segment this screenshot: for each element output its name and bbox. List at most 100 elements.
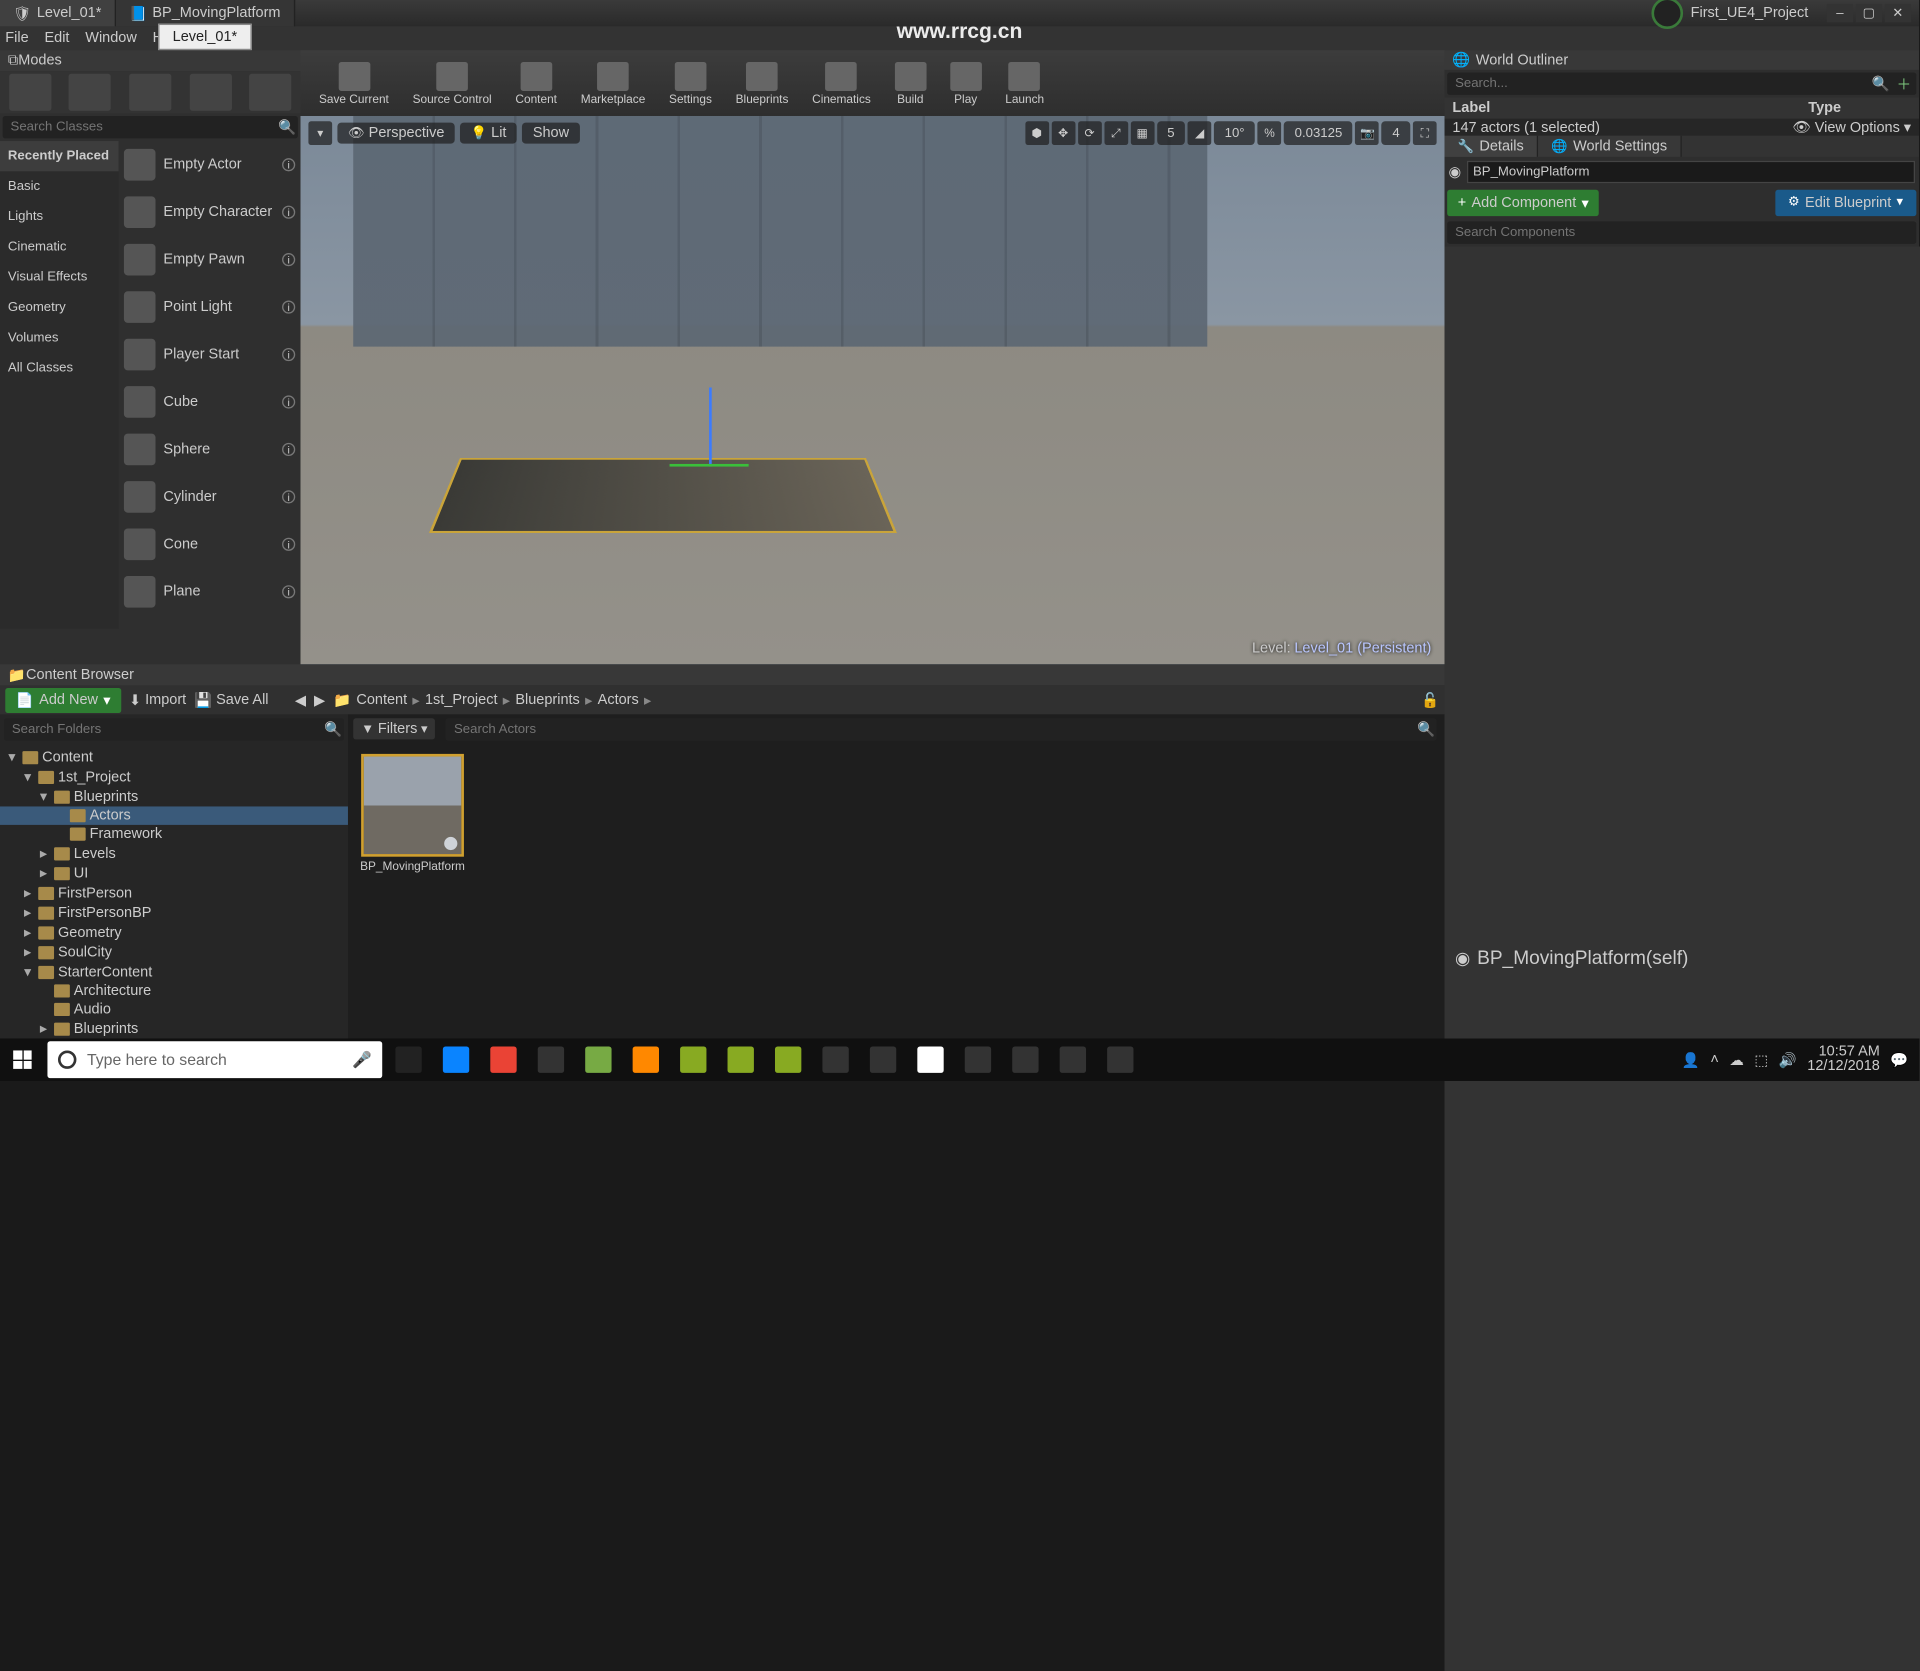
search-folders-input[interactable] (4, 718, 323, 740)
info-icon[interactable]: i (282, 395, 295, 408)
taskbar-app[interactable] (907, 1039, 954, 1081)
add-new-button[interactable]: 📄 Add New ▾ (5, 687, 121, 712)
grid-snap-value[interactable]: 5 (1157, 121, 1185, 145)
geometry-mode-icon[interactable] (249, 74, 291, 111)
minimize-button[interactable]: – (1827, 4, 1853, 22)
maximize-viewport-icon[interactable]: ⛶ (1413, 121, 1437, 145)
actor-name-input[interactable] (1466, 161, 1915, 183)
angle-snap-value[interactable]: 10° (1214, 121, 1255, 145)
toolbar-settings[interactable]: Settings (659, 53, 723, 114)
filters-button[interactable]: ▼ Filters ▾ (353, 718, 435, 739)
tree-item[interactable]: ▾Blueprints (0, 787, 348, 807)
landscape-mode-icon[interactable] (129, 74, 171, 111)
place-mode-icon[interactable] (9, 74, 51, 111)
toolbar-marketplace[interactable]: Marketplace (570, 53, 656, 114)
import-button[interactable]: ⬇ Import (129, 691, 186, 708)
breadcrumb-item[interactable]: 1st_Project (425, 692, 498, 708)
category-item[interactable]: Recently Placed (0, 141, 119, 171)
toolbar-build[interactable]: Build (884, 53, 937, 114)
rotate-icon[interactable]: ⟳ (1078, 121, 1102, 145)
surface-snap-icon[interactable]: ⬢ (1025, 121, 1049, 145)
actor-item[interactable]: Planei (119, 568, 301, 615)
expand-icon[interactable]: ▸ (37, 1020, 50, 1037)
tray-chevron-icon[interactable]: ˄ (1710, 1052, 1718, 1068)
camera-speed-value[interactable]: 4 (1382, 121, 1410, 145)
search-components-input[interactable] (1447, 221, 1916, 243)
tab-blueprint[interactable]: 📘BP_MovingPlatform (116, 0, 295, 26)
category-item[interactable]: Volumes (0, 323, 119, 353)
search-assets-input[interactable] (446, 718, 1415, 740)
taskbar-app[interactable] (622, 1039, 669, 1081)
info-icon[interactable]: i (282, 443, 295, 456)
actor-item[interactable]: Point Lighti (119, 283, 301, 330)
component-self[interactable]: ◉ BP_MovingPlatform(self) (1445, 246, 1920, 1670)
maximize-button[interactable]: ▢ (1856, 4, 1882, 22)
expand-icon[interactable]: ▸ (21, 884, 34, 901)
breadcrumb-item[interactable]: Actors (598, 692, 639, 708)
system-tray[interactable]: 👤 ˄ ☁ ⬚ 🔊 10:57 AM 12/12/2018 💬 (1671, 1045, 1919, 1074)
category-item[interactable]: Visual Effects (0, 262, 119, 292)
info-icon[interactable]: i (282, 253, 295, 266)
scale-snap-value[interactable]: 0.03125 (1284, 121, 1353, 145)
tree-item[interactable]: Audio (0, 1000, 348, 1018)
camera-speed-icon[interactable]: 📷 (1355, 121, 1379, 145)
toolbar-blueprints[interactable]: Blueprints (725, 53, 799, 114)
taskbar-app[interactable] (1097, 1039, 1144, 1081)
translate-icon[interactable]: ✥ (1051, 121, 1075, 145)
taskbar-app[interactable] (954, 1039, 1001, 1081)
tree-item[interactable]: ▸FirstPerson (0, 883, 348, 903)
start-button[interactable] (0, 1039, 45, 1081)
outliner-search-input[interactable] (1447, 72, 1870, 94)
expand-icon[interactable]: ▸ (21, 944, 34, 961)
tab-level[interactable]: 🛡Level_01* (0, 0, 116, 26)
save-all-button[interactable]: 💾 Save All (194, 691, 268, 708)
tab-details[interactable]: 🔧 Details (1445, 136, 1539, 157)
nav-back-icon[interactable]: ◀ (295, 691, 306, 708)
tree-item[interactable]: ▾1st_Project (0, 767, 348, 787)
taskbar-clock[interactable]: 10:57 AM 12/12/2018 (1807, 1045, 1880, 1074)
taskbar-app[interactable] (575, 1039, 622, 1081)
tab-world-settings[interactable]: 🌐 World Settings (1538, 136, 1681, 157)
actor-item[interactable]: Cylinderi (119, 473, 301, 520)
info-icon[interactable]: i (282, 301, 295, 314)
expand-icon[interactable]: ▸ (37, 845, 50, 862)
taskbar-app[interactable] (670, 1039, 717, 1081)
tree-item[interactable]: ▾StarterContent (0, 962, 348, 982)
tree-item[interactable]: ▸SoulCity (0, 942, 348, 962)
category-item[interactable]: All Classes (0, 353, 119, 383)
scale-icon[interactable]: ⤢ (1104, 121, 1128, 145)
network-icon[interactable]: ⬚ (1754, 1051, 1768, 1068)
view-options-button[interactable]: 👁 View Options ▾ (1792, 119, 1911, 136)
asset-item[interactable]: BP_MovingPlatform (358, 754, 466, 873)
actor-item[interactable]: Empty Actori (119, 141, 301, 188)
toolbar-cinematics[interactable]: Cinematics (802, 53, 882, 114)
onedrive-icon[interactable]: ☁ (1729, 1051, 1743, 1068)
transform-gizmo[interactable] (709, 387, 712, 466)
nav-fwd-icon[interactable]: ▶ (314, 691, 325, 708)
actor-item[interactable]: Cubei (119, 378, 301, 425)
taskbar-app[interactable] (717, 1039, 764, 1081)
taskbar-app[interactable] (1002, 1039, 1049, 1081)
tree-item[interactable]: Architecture (0, 982, 348, 1000)
tree-item[interactable]: ▸FirstPersonBP (0, 903, 348, 923)
category-item[interactable]: Geometry (0, 293, 119, 323)
expand-icon[interactable]: ▸ (21, 904, 34, 921)
expand-icon[interactable]: ▾ (21, 963, 34, 980)
close-button[interactable]: ✕ (1885, 4, 1911, 22)
taskbar-app[interactable] (480, 1039, 527, 1081)
expand-icon[interactable]: ▸ (21, 924, 34, 941)
taskbar-app[interactable] (527, 1039, 574, 1081)
viewport[interactable]: ▾ 👁 Perspective 💡 Lit Show ⬢ ✥ ⟳ ⤢ ▦ 5 ◢… (301, 116, 1445, 664)
taskbar-app[interactable] (432, 1039, 479, 1081)
tree-item[interactable]: ▸Levels (0, 844, 348, 864)
info-icon[interactable]: i (282, 490, 295, 503)
category-item[interactable]: Cinematic (0, 232, 119, 262)
viewport-perspective[interactable]: 👁 Perspective (337, 123, 455, 144)
paint-mode-icon[interactable] (69, 74, 111, 111)
modes-search-input[interactable] (3, 116, 277, 138)
menu-file[interactable]: File (5, 30, 28, 46)
toolbar-save-current[interactable]: Save Current (308, 53, 399, 114)
menu-edit[interactable]: Edit (44, 30, 69, 46)
folder-icon[interactable]: 📁 (333, 691, 351, 708)
tree-item[interactable]: Framework (0, 825, 348, 843)
